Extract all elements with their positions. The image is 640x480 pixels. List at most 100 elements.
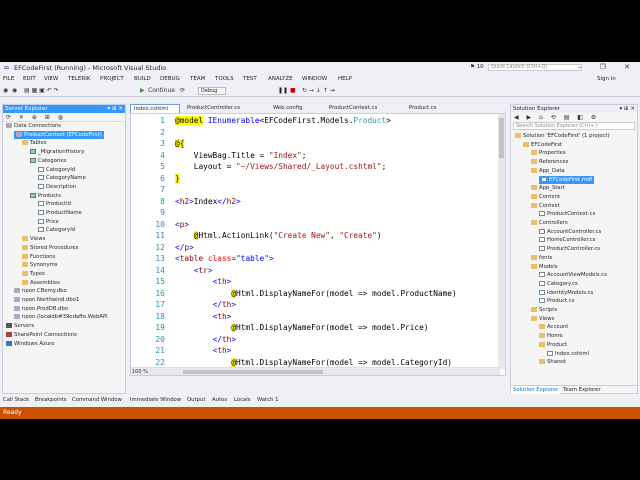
menu-help[interactable]: HELP	[338, 76, 352, 82]
server-explorer-node[interactable]: CategoryName	[38, 174, 86, 182]
solution-node[interactable]: Account	[539, 323, 568, 331]
server-explorer-toolbar[interactable]: ⟳ ✕ ⊕ ⊞ ◍	[3, 113, 125, 122]
menu-build[interactable]: BUILD	[134, 76, 151, 82]
code-line[interactable]: <h2>Index</h2>	[175, 196, 241, 208]
server-explorer-node[interactable]: Data Connections	[6, 122, 61, 130]
back-icon[interactable]: ◉	[3, 87, 8, 95]
solution-node[interactable]: Solution 'EFCodeFirst' (1 project)	[515, 132, 610, 140]
debug-tab[interactable]: Output	[187, 396, 205, 405]
solution-node[interactable]: App_Data	[531, 167, 565, 175]
server-explorer-node[interactable]: Categories	[30, 157, 67, 165]
break-all-icon[interactable]: ❚❚	[278, 87, 288, 95]
window-controls[interactable]: – ❐ ✕	[578, 63, 638, 71]
menu-debug[interactable]: DEBUG	[160, 76, 180, 82]
solution-node[interactable]: Index.cshtml	[547, 350, 589, 358]
continue-button[interactable]: Continue	[148, 87, 175, 95]
menu-analyze[interactable]: ANALYZE	[268, 76, 293, 82]
server-explorer-node[interactable]: Windows Azure	[6, 340, 54, 348]
server-explorer-node[interactable]: Assemblies	[22, 279, 60, 287]
solution-node[interactable]: Context	[531, 202, 560, 210]
server-explorer-node[interactable]: CategoryId	[38, 226, 75, 234]
code-line[interactable]: </th>	[175, 299, 236, 311]
menu-project[interactable]: PROJECT	[100, 76, 124, 82]
solution-node[interactable]: App_Start	[531, 184, 565, 192]
code-line[interactable]: <th>	[175, 345, 232, 357]
code-line[interactable]: </th>	[175, 334, 236, 346]
config-select[interactable]: Debug	[198, 87, 226, 95]
solution-node[interactable]: Controllers	[531, 219, 568, 227]
vertical-scroll-thumb[interactable]	[499, 118, 504, 158]
server-explorer-node[interactable]: Views	[22, 235, 45, 243]
editor-tab[interactable]: Product.cs	[406, 104, 456, 113]
server-explorer-node[interactable]: Synonyms	[22, 261, 58, 269]
stop-icon[interactable]: ■	[290, 87, 296, 95]
server-explorer-node[interactable]: _MigrationHistory	[30, 148, 84, 156]
solution-node[interactable]: ProductContext.cs	[539, 210, 595, 218]
quick-launch-input[interactable]: Quick Launch (Ctrl+Q)	[488, 64, 582, 71]
sign-in-link[interactable]: Sign in	[597, 76, 616, 82]
solution-search-input[interactable]: Search Solution Explorer (Ctrl+;)	[513, 122, 635, 130]
close-icon[interactable]: ▾ ⊞ ✕	[620, 105, 635, 113]
zoom-select[interactable]: 100 %	[132, 369, 148, 375]
code-line[interactable]: Layout = "~/Views/Shared/_Layout.cshtml"…	[175, 161, 387, 173]
server-explorer-node[interactable]: ProductName	[38, 209, 82, 217]
debug-tab[interactable]: Call Stack	[3, 396, 29, 405]
solution-node[interactable]: fonts	[531, 254, 552, 262]
debug-tab[interactable]: Immediate Window	[130, 396, 181, 405]
code-line[interactable]: <tr>	[175, 265, 213, 277]
menu-tools[interactable]: TOOLS	[215, 76, 234, 82]
server-explorer-node[interactable]: npon.CBemy.dbo	[14, 287, 67, 295]
horizontal-scroll-thumb[interactable]	[183, 370, 323, 374]
editor-tab[interactable]: ProductContext.cs	[326, 104, 402, 113]
menu-team[interactable]: TEAM	[190, 76, 205, 82]
menu-edit[interactable]: EDIT	[23, 76, 36, 82]
solution-node[interactable]: Product	[539, 341, 567, 349]
server-explorer-node[interactable]: Types	[22, 270, 45, 278]
code-line[interactable]: @{	[175, 138, 185, 150]
debug-tab[interactable]: Autos	[212, 396, 227, 405]
editor-tab[interactable]: Index.cshtml	[130, 104, 180, 113]
server-explorer-node[interactable]: Products	[30, 192, 61, 200]
code-line[interactable]: }	[175, 173, 180, 185]
code-line[interactable]: <p>	[175, 219, 189, 231]
debug-toolbar-icons[interactable]: ⟳	[180, 87, 185, 95]
code-line[interactable]: <th>	[175, 311, 232, 323]
solution-node[interactable]: Views	[531, 315, 554, 323]
code-line[interactable]: @model IEnumerable<EFCodeFirst.Models.Pr…	[175, 115, 391, 127]
solution-node[interactable]: HomeController.cs	[539, 236, 596, 244]
code-line[interactable]: @Html.DisplayNameFor(model => model.Pric…	[175, 322, 429, 334]
code-editor[interactable]: 1 @model IEnumerable<EFCodeFirst.Models.P…	[130, 113, 506, 376]
code-line[interactable]: </p>	[175, 242, 194, 254]
server-explorer-node[interactable]: ProductContext (EFCodeFirst)	[14, 130, 104, 139]
server-explorer-node[interactable]: SharePoint Connections	[6, 331, 77, 339]
server-explorer-node[interactable]: CategoryId	[38, 166, 75, 174]
menu-telerik[interactable]: TELERIK	[68, 76, 90, 82]
toolbar-icons[interactable]: ▤ ▦ ▣ ↶ ↷	[24, 87, 59, 95]
solution-node[interactable]: Product.cs	[539, 297, 574, 305]
solution-node[interactable]: AccountController.cs	[539, 228, 601, 236]
server-explorer-node[interactable]: npon.ProdDB.dbo	[14, 305, 68, 313]
server-explorer-node[interactable]: npon.(localdb#39edaffe.WebAPI	[14, 313, 108, 321]
solution-node[interactable]: Home	[539, 332, 563, 340]
vertical-scrollbar[interactable]	[498, 114, 505, 369]
step-icons[interactable]: ↻ → ↓ ↑ ⇥	[302, 87, 335, 95]
debug-tab[interactable]: Breakpoints	[35, 396, 67, 405]
server-explorer-node[interactable]: Price	[38, 218, 59, 226]
code-line[interactable]: @Html.ActionLink("Create New", "Create")	[175, 230, 382, 242]
code-line[interactable]: @Html.DisplayNameFor(model => model.Prod…	[175, 288, 457, 300]
solution-node[interactable]: Models	[531, 263, 558, 271]
solution-bottom-tab[interactable]: Solution Explorer	[511, 386, 561, 394]
solution-node[interactable]: EFCodeFirst	[523, 141, 562, 149]
code-line[interactable]: ViewBag.Title = "Index";	[175, 150, 307, 162]
solution-node[interactable]: AccountViewModels.cs	[539, 271, 607, 279]
close-icon[interactable]: ▾ ⊞ ✕	[108, 105, 123, 113]
debug-tab[interactable]: Watch 1	[257, 396, 279, 405]
debug-tab[interactable]: Locals	[234, 396, 251, 405]
solution-node[interactable]: Category.cs	[539, 280, 578, 288]
debug-tab[interactable]: Command Window	[72, 396, 122, 405]
menu-window[interactable]: WINDOW	[302, 76, 327, 82]
server-explorer-node[interactable]: Description	[38, 183, 76, 191]
solution-explorer-toolbar[interactable]: ◀ ▶ ⌂ ⟲ ▤ ◧ ⚙	[511, 113, 637, 122]
solution-node[interactable]: Content	[531, 193, 560, 201]
server-explorer-node[interactable]: Servers	[6, 322, 34, 330]
